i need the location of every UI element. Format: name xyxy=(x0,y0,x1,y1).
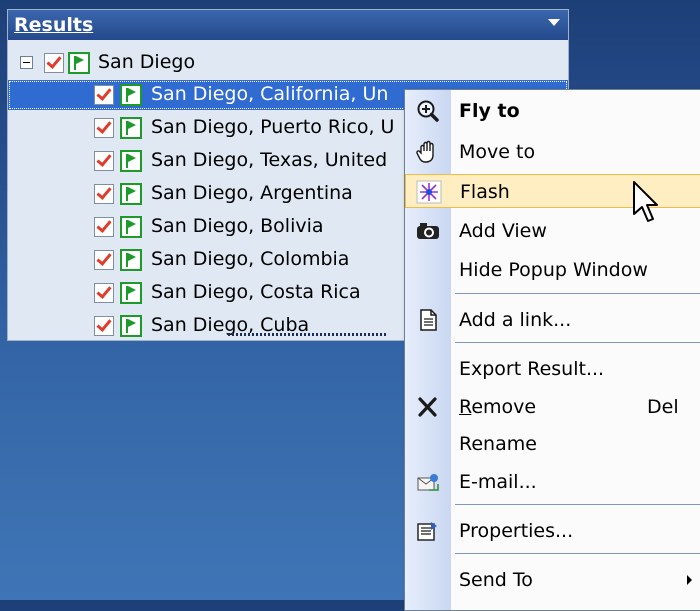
result-item-label: San Diego, Puerto Rico, U xyxy=(151,116,395,138)
menu-item-fly-to[interactable]: Fly to xyxy=(405,94,700,128)
result-item-label: San Diego, California, Un xyxy=(151,83,389,105)
menu-item-remove[interactable]: Remove Del xyxy=(405,390,700,424)
checkbox-icon[interactable] xyxy=(94,316,114,336)
flag-icon xyxy=(120,249,142,271)
menu-item-label: Add View xyxy=(459,220,547,242)
hand-icon xyxy=(416,140,434,163)
email-icon xyxy=(417,474,439,491)
flag-icon xyxy=(120,84,142,106)
result-item-label: San Diego, Costa Rica xyxy=(151,281,361,303)
menu-item-export-result[interactable]: Export Result... xyxy=(405,352,700,386)
result-item-label: San Diego, Bolivia xyxy=(151,215,324,237)
checkbox-icon[interactable] xyxy=(94,217,114,237)
menu-item-properties[interactable]: Properties... xyxy=(405,514,700,548)
menu-separator xyxy=(455,504,700,505)
menu-item-rename[interactable]: Rename xyxy=(405,427,700,461)
document-icon xyxy=(420,309,437,331)
delete-icon xyxy=(418,397,437,417)
menu-item-label: Move to xyxy=(459,141,536,163)
tree-group-label: San Diego xyxy=(98,51,196,73)
menu-separator xyxy=(455,553,700,554)
menu-item-label: Remove xyxy=(459,396,537,418)
menu-item-label: E-mail... xyxy=(459,471,537,493)
flag-icon xyxy=(120,216,142,238)
menu-item-label: Rename xyxy=(459,433,537,455)
menu-item-label: Send To xyxy=(459,569,533,591)
result-item-label: San Diego, Argentina xyxy=(151,182,353,204)
menu-separator xyxy=(455,342,700,343)
menu-item-add-link[interactable]: Add a link... xyxy=(405,303,700,337)
menu-item-hide-popup[interactable]: Hide Popup Window xyxy=(405,253,700,287)
flag-icon xyxy=(120,315,142,337)
menu-item-shortcut: Del xyxy=(647,396,679,418)
flash-icon xyxy=(416,180,442,204)
flag-icon xyxy=(120,150,142,172)
flag-icon xyxy=(120,282,142,304)
checkbox-icon[interactable] xyxy=(94,118,114,138)
chevron-down-icon[interactable] xyxy=(548,19,560,26)
menu-item-label: Flash xyxy=(460,181,510,203)
menu-item-label: Hide Popup Window xyxy=(459,259,648,281)
checkbox-icon[interactable] xyxy=(44,53,64,73)
flag-icon xyxy=(120,183,142,205)
properties-icon xyxy=(417,522,437,541)
result-item-label: San Diego, Texas, United xyxy=(151,149,388,171)
tree-group-san-diego[interactable]: San Diego xyxy=(8,48,568,78)
context-menu: Fly to Move to Flash Add View Hide Popup… xyxy=(404,89,700,611)
collapse-icon[interactable] xyxy=(20,56,33,69)
checkbox-icon[interactable] xyxy=(94,184,114,204)
checkbox-icon[interactable] xyxy=(94,151,114,171)
menu-item-email[interactable]: E-mail... xyxy=(405,465,700,499)
resize-grip[interactable] xyxy=(228,333,388,336)
panel-title[interactable]: Results xyxy=(14,14,93,36)
checkbox-icon[interactable] xyxy=(94,85,114,105)
submenu-arrow-icon xyxy=(687,575,692,585)
menu-item-label: Export Result... xyxy=(459,358,605,380)
menu-item-label: Add a link... xyxy=(459,309,572,331)
results-panel-header[interactable]: Results xyxy=(8,10,568,40)
checkbox-icon[interactable] xyxy=(94,250,114,270)
checkbox-icon[interactable] xyxy=(94,283,114,303)
zoom-icon xyxy=(417,100,439,122)
mouse-cursor-icon xyxy=(633,181,658,222)
result-item-label: San Diego, Colombia xyxy=(151,248,350,270)
camera-icon xyxy=(417,223,439,239)
menu-item-send-to[interactable]: Send To xyxy=(405,563,700,597)
flag-icon xyxy=(120,117,142,139)
menu-item-label: Fly to xyxy=(459,100,520,122)
flag-icon xyxy=(68,52,90,74)
menu-item-move-to[interactable]: Move to xyxy=(405,135,700,169)
menu-item-label: Properties... xyxy=(459,520,574,542)
menu-separator xyxy=(455,293,700,294)
